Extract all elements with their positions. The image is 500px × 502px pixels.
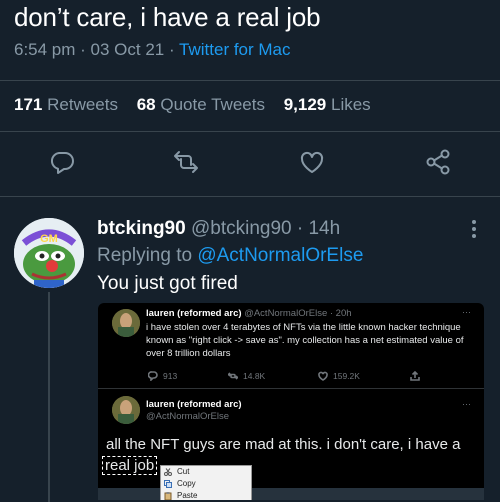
retweets-stat[interactable]: 171 Retweets <box>14 95 118 114</box>
embed-tweet1-header: lauren (reformed arc) @ActNormalOrElse ·… <box>146 308 352 319</box>
embed-more-icon: ··· <box>462 307 471 317</box>
embed-more-icon: ··· <box>462 399 471 409</box>
embedded-screenshot[interactable]: lauren (reformed arc) @ActNormalOrElse ·… <box>98 303 484 500</box>
scissors-icon <box>164 468 172 476</box>
context-menu-copy[interactable]: Copy <box>161 478 251 490</box>
embed-tweet2-text-line2: real job <box>102 455 158 477</box>
tweet-text: don’t care, i have a real job <box>14 2 321 32</box>
avatar-badge-text: GM <box>40 233 58 245</box>
embed-tweet2-handle: @ActNormalOrElse <box>146 411 230 422</box>
tweet-source-link[interactable]: Twitter for Mac <box>179 40 290 59</box>
reply-author-name[interactable]: btcking90 <box>97 218 186 239</box>
embed-avatar <box>112 396 140 424</box>
embed-reply-count: 913 <box>147 371 177 382</box>
paste-icon <box>164 492 172 500</box>
embed-like-count: 159.2K <box>318 371 360 381</box>
embed-tweet2-name: lauren (reformed arc) <box>146 399 242 410</box>
replying-to: Replying to @ActNormalOrElse <box>97 245 364 266</box>
reply-text: You just got fired <box>97 273 238 294</box>
embed-retweet-count: 14.8K <box>227 371 265 381</box>
embed-tweet1-text: i have stolen over 4 terabytes of NFTs v… <box>146 322 464 359</box>
embed-divider <box>98 388 484 389</box>
more-options-icon[interactable] <box>470 218 478 240</box>
context-menu: Cut Copy Paste <box>160 465 252 500</box>
reply-icon[interactable] <box>48 148 76 176</box>
replying-to-link[interactable]: @ActNormalOrElse <box>197 245 363 266</box>
likes-stat[interactable]: 9,129 Likes <box>284 95 371 114</box>
text-selection: real job <box>102 456 158 475</box>
divider <box>0 80 500 81</box>
tweet-timestamp[interactable]: 6:54 pm · 03 Oct 21 · <box>14 40 179 59</box>
embed-bottom-bar <box>98 488 484 500</box>
divider <box>0 131 500 132</box>
embed-tweet2-text-line1: all the NFT guys are mad at this. i don'… <box>106 436 461 453</box>
context-menu-cut[interactable]: Cut <box>161 466 251 478</box>
like-icon[interactable] <box>298 148 326 176</box>
quote-tweets-stat[interactable]: 68 Quote Tweets <box>137 95 265 114</box>
share-icon[interactable] <box>424 148 452 176</box>
reply-author-handle: @btcking90 · 14h <box>190 218 341 239</box>
divider <box>0 196 500 197</box>
tweet-meta: 6:54 pm · 03 Oct 21 · Twitter for Mac <box>14 40 291 60</box>
embed-avatar <box>112 309 140 337</box>
reply-header: btcking90 @btcking90 · 14h <box>97 218 340 240</box>
retweet-icon[interactable] <box>172 148 200 176</box>
tweet-stats: 171 Retweets 68 Quote Tweets 9,129 Likes <box>14 95 385 115</box>
copy-icon <box>164 480 172 488</box>
thread-line <box>48 292 50 502</box>
avatar[interactable]: GM <box>14 218 84 288</box>
context-menu-paste[interactable]: Paste <box>161 490 251 500</box>
embed-share-icon <box>410 370 425 381</box>
